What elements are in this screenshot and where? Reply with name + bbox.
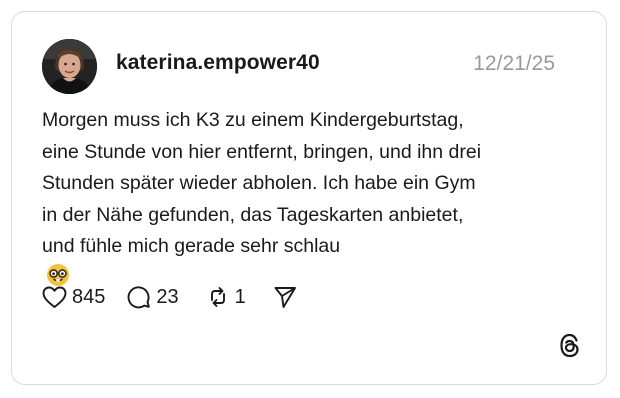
like-button[interactable]: 845 (42, 286, 105, 309)
post-card: katerina.empower40 12/21/25 Morgen muss … (11, 11, 607, 385)
like-count: 845 (72, 285, 106, 308)
send-icon (273, 285, 297, 309)
post-text-line: eine Stunde von hier entfernt, bringen, … (42, 140, 482, 163)
threads-logo-icon[interactable] (559, 333, 581, 363)
heart-icon (42, 286, 67, 309)
post-date: 12/21/25 (473, 52, 555, 75)
post-body: Morgen muss ich K3 zu einem Kindergeburt… (42, 105, 582, 297)
reply-count: 23 (156, 285, 179, 308)
username[interactable]: katerina.empower40 (116, 51, 320, 75)
share-button[interactable] (273, 285, 297, 309)
repost-button[interactable]: 1 (206, 285, 246, 309)
reply-button[interactable]: 23 (127, 285, 179, 309)
post-text-line: Morgen muss ich K3 zu einem Kindergeburt… (42, 109, 464, 131)
post-text-line: in der Nähe gefunden, das Tageskarten an… (42, 203, 464, 226)
repost-count: 1 (234, 285, 246, 308)
post-text-line: und fühle mich gerade sehr schlau (42, 235, 341, 257)
avatar[interactable] (42, 39, 97, 94)
post-actions: 845 23 1 (42, 284, 297, 310)
post-text-line: Stunden später wieder abholen. Ich habe … (42, 172, 476, 194)
repost-icon (206, 285, 230, 309)
speech-bubble-icon (127, 285, 151, 309)
